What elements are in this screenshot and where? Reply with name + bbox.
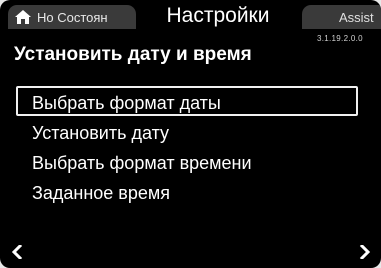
chevron-right-icon[interactable] [358,245,372,259]
tab-bar: Но Состоян Настройки Assist [0,0,381,30]
tab-settings-label: Настройки [166,4,270,27]
menu-item-time-format[interactable]: Выбрать формат времени [16,146,358,176]
menu-item-set-time[interactable]: Заданное время [16,176,358,206]
menu-item-date-format[interactable]: Выбрать формат даты [16,86,358,116]
tab-home-label: Но Состоян [37,9,108,25]
tab-assist-label: Assist [339,9,374,25]
page-title: Установить дату и время [14,44,252,65]
display-screen: Но Состоян Настройки Assist 3.1.19.2.0.0… [0,0,381,268]
tab-assist[interactable]: Assist [302,5,381,29]
settings-menu: Выбрать формат даты Установить дату Выбр… [16,86,358,206]
menu-item-set-date[interactable]: Установить дату [16,116,358,146]
tab-home[interactable]: Но Состоян [8,5,136,29]
chevron-left-icon[interactable] [10,245,24,259]
home-icon [15,10,31,24]
tab-settings[interactable]: Настройки [138,2,298,30]
version-label: 3.1.19.2.0.0 [317,34,363,43]
